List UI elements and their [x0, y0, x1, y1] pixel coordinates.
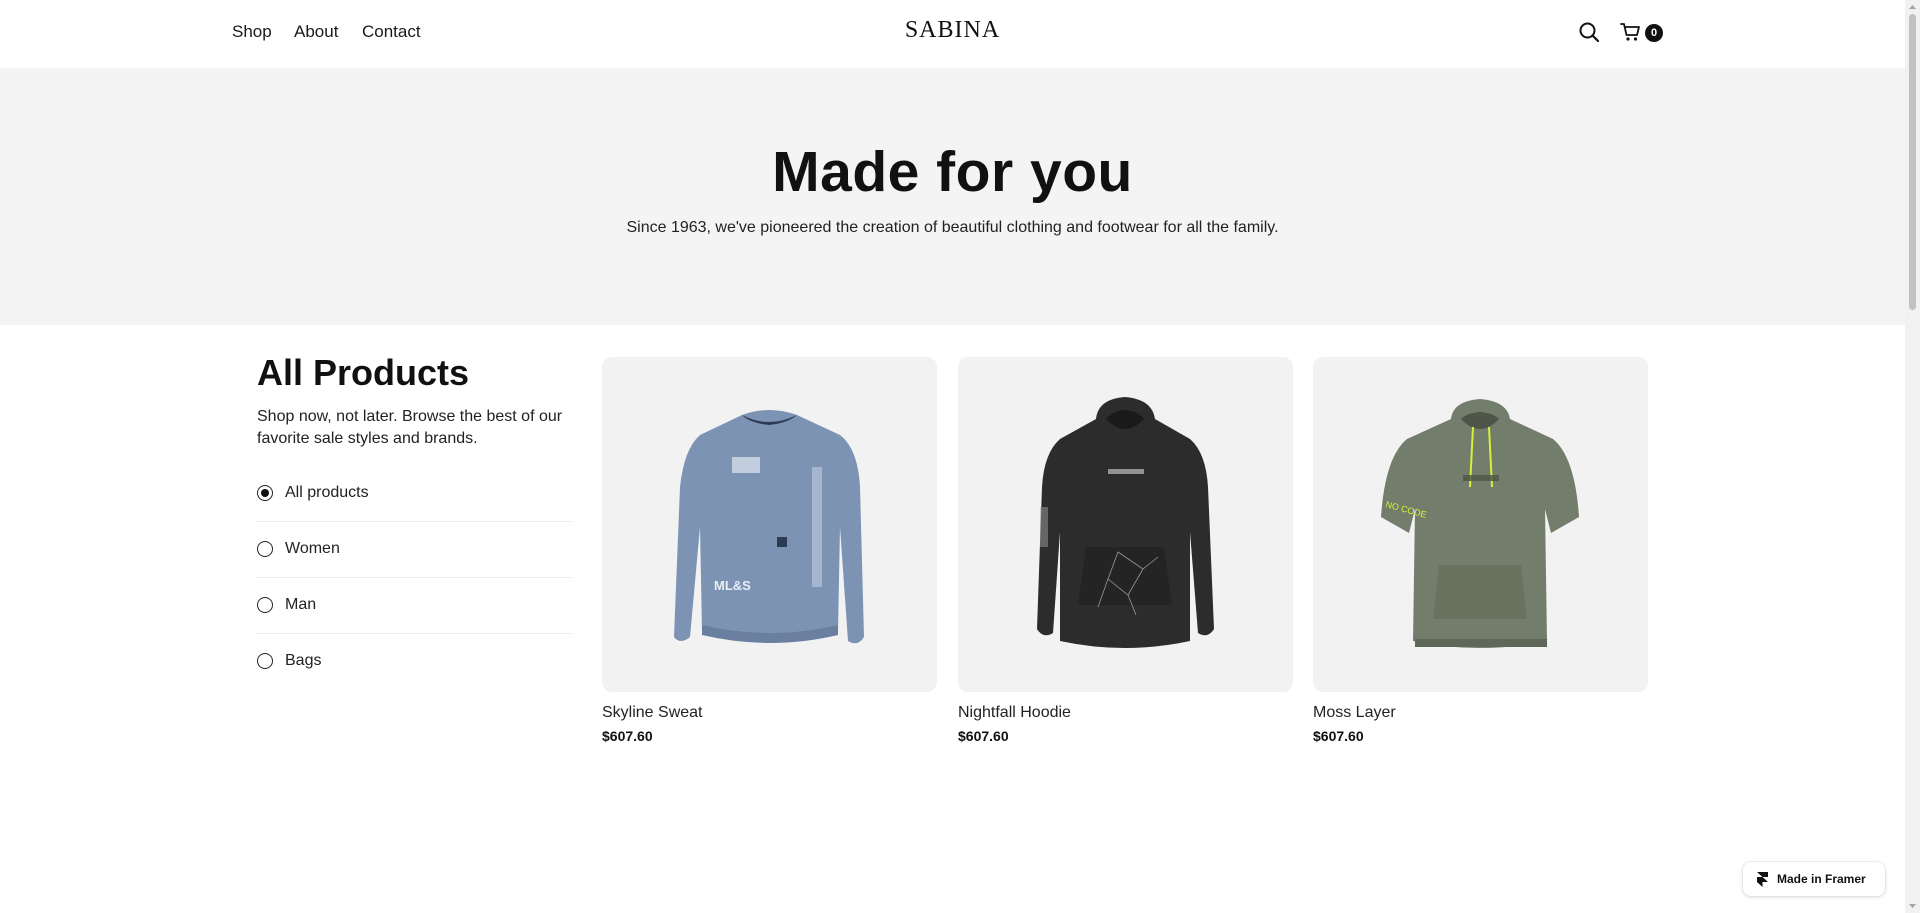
- filter-label: All products: [285, 484, 369, 501]
- product-price: $607.60: [958, 728, 1009, 744]
- product-image[interactable]: [958, 357, 1293, 692]
- short-sleeve-hoodie-illustration: NO CODE: [1381, 399, 1579, 648]
- product-name[interactable]: Skyline Sweat: [602, 704, 937, 722]
- radio-icon[interactable]: [257, 541, 273, 557]
- made-in-framer-badge[interactable]: Made in Framer: [1743, 862, 1885, 896]
- badge-label: Made in Framer: [1777, 872, 1866, 886]
- cart-count-badge[interactable]: 0: [1645, 24, 1663, 42]
- cart-icon[interactable]: [1620, 21, 1642, 43]
- hero-section: Made for you Since 1963, we've pioneered…: [0, 68, 1905, 325]
- sweatshirt-illustration: ML&S: [674, 410, 864, 644]
- svg-text:ML&S: ML&S: [714, 578, 751, 593]
- products-description: Shop now, not later. Browse the best of …: [257, 408, 563, 447]
- product-image[interactable]: NO CODE: [1313, 357, 1648, 692]
- hero-subtitle: Since 1963, we've pioneered the creation…: [626, 219, 1279, 236]
- filter-all-products[interactable]: All products: [257, 466, 572, 522]
- site-header: Shop About Contact SABINA 0: [0, 0, 1905, 69]
- filter-bags[interactable]: Bags: [257, 634, 572, 689]
- radio-icon[interactable]: [257, 653, 273, 669]
- filter-women[interactable]: Women: [257, 522, 572, 578]
- product-price: $607.60: [602, 728, 653, 744]
- hero-title: Made for you: [772, 140, 1133, 204]
- scroll-down-icon[interactable]: [1905, 899, 1920, 913]
- category-filter-list: All products Women Man Bags: [257, 466, 572, 689]
- hoodie-illustration: [1037, 397, 1214, 648]
- filter-label: Bags: [285, 652, 322, 669]
- filter-man[interactable]: Man: [257, 578, 572, 634]
- radio-selected-icon[interactable]: [257, 485, 273, 501]
- scroll-up-icon[interactable]: [1905, 0, 1920, 14]
- scrollbar-thumb[interactable]: [1909, 14, 1916, 310]
- radio-icon[interactable]: [257, 597, 273, 613]
- search-icon[interactable]: [1578, 21, 1600, 43]
- product-name[interactable]: Moss Layer: [1313, 704, 1648, 722]
- filter-label: Man: [285, 596, 317, 613]
- product-name[interactable]: Nightfall Hoodie: [958, 704, 1293, 722]
- product-card[interactable]: NO CODE Moss Layer $607.60: [1313, 357, 1648, 744]
- vertical-scrollbar[interactable]: [1905, 0, 1920, 913]
- page: Shop About Contact SABINA 0 Made for you…: [0, 0, 1905, 913]
- filter-label: Women: [285, 540, 340, 557]
- product-card[interactable]: Nightfall Hoodie $607.60: [958, 357, 1293, 744]
- product-card[interactable]: ML&S Skyline Sweat $607.60: [602, 357, 937, 744]
- product-price: $607.60: [1313, 728, 1364, 744]
- products-title: All Products: [257, 352, 470, 393]
- product-image[interactable]: ML&S: [602, 357, 937, 692]
- framer-logo-icon: [1757, 872, 1768, 887]
- site-logo[interactable]: SABINA: [905, 17, 1000, 44]
